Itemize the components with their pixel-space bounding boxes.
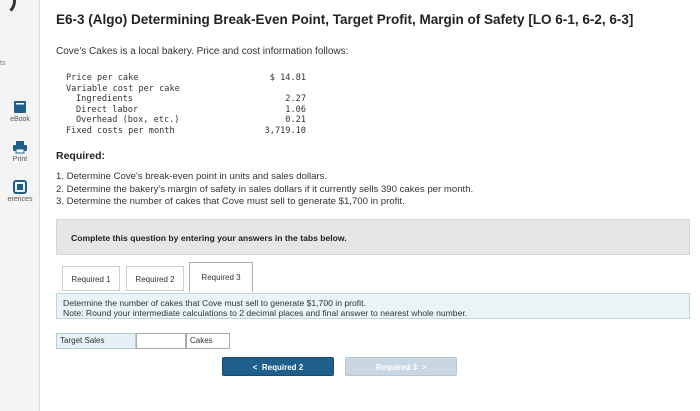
next-required-button[interactable]: Required 3 > [345,357,457,376]
tab-bar: Required 1 Required 2 Required 3 [56,262,690,292]
cost-value: $ 14.81 [269,73,306,83]
tab-required-1[interactable]: Required 1 [62,266,120,291]
page-title: E6-3 (Algo) Determining Break-Even Point… [56,12,634,27]
cost-value: 2.27 [285,94,306,104]
cost-value: 1.06 [285,104,306,115]
chevron-right-icon: > [421,363,427,372]
cost-label: Overhead (box, etc.) [76,115,180,125]
cost-value: 3,719.10 [264,125,306,136]
table-row: Fixed costs per month 3,719.10 [66,126,306,137]
answer-unit: Cakes [186,333,230,349]
target-sales-input[interactable] [136,333,186,349]
cost-label: Price per cake [66,73,139,83]
prev-button-label: Required 2 [261,363,304,372]
prev-required-button[interactable]: < Required 2 [222,357,334,376]
book-icon [14,101,26,113]
cost-label: Direct labor [76,104,139,115]
cost-table: Price per cake $ 14.81 Variable cost per… [66,73,306,136]
cost-label: Ingredients [76,94,133,104]
problem-intro: Cove's Cakes is a local bakery. Price an… [56,46,349,57]
table-row: Direct labor 1.06 [66,105,306,116]
cost-label: Fixed costs per month [66,125,175,136]
sidebar-item-ebook[interactable]: eBook [0,100,40,123]
references-icon [13,180,27,194]
cost-label: Variable cost per cake [66,83,180,94]
list-item: 2. Determine the bakery's margin of safe… [56,183,474,195]
table-row: Ingredients 2.27 [66,94,306,105]
cost-value: 0.21 [285,115,306,125]
next-button-label: Required 3 [375,363,418,372]
table-row: Overhead (box, etc.) 0.21 [66,115,306,126]
tab-required-2[interactable]: Required 2 [126,266,184,291]
sidebar-item-print[interactable]: Print [0,140,40,163]
chevron-left-icon: < [252,363,258,372]
table-row: Price per cake $ 14.81 [66,73,306,84]
answer-label: Target Sales [56,333,136,349]
required-heading: Required: [56,150,106,162]
sidebar-item-references[interactable]: erences [0,180,40,203]
list-item: 3. Determine the number of cakes that Co… [56,196,405,207]
instruction-text: Complete this question by entering your … [71,233,347,243]
left-sidebar: ts eBook Print erences [0,0,40,411]
task-prompt: Determine the number of cakes that Cove … [63,298,366,308]
task-note: Note: Round your intermediate calculatio… [63,308,468,318]
printer-icon [13,141,27,154]
sidebar-item-label: erences [7,196,33,203]
reload-icon [0,0,16,16]
sidebar-item-label: Print [12,156,28,163]
required-list: 1. Determine Cove's break-even point in … [56,171,473,209]
instruction-box: Complete this question by entering your … [56,219,690,255]
tab-required-3[interactable]: Required 3 [189,262,253,292]
table-row: Variable cost per cake [66,84,306,95]
sidebar-fragment: ts [0,60,6,67]
task-box: Determine the number of cakes that Cove … [56,293,690,319]
sidebar-item-label: eBook [10,116,30,123]
list-item: 1. Determine Cove's break-even point in … [56,171,328,182]
